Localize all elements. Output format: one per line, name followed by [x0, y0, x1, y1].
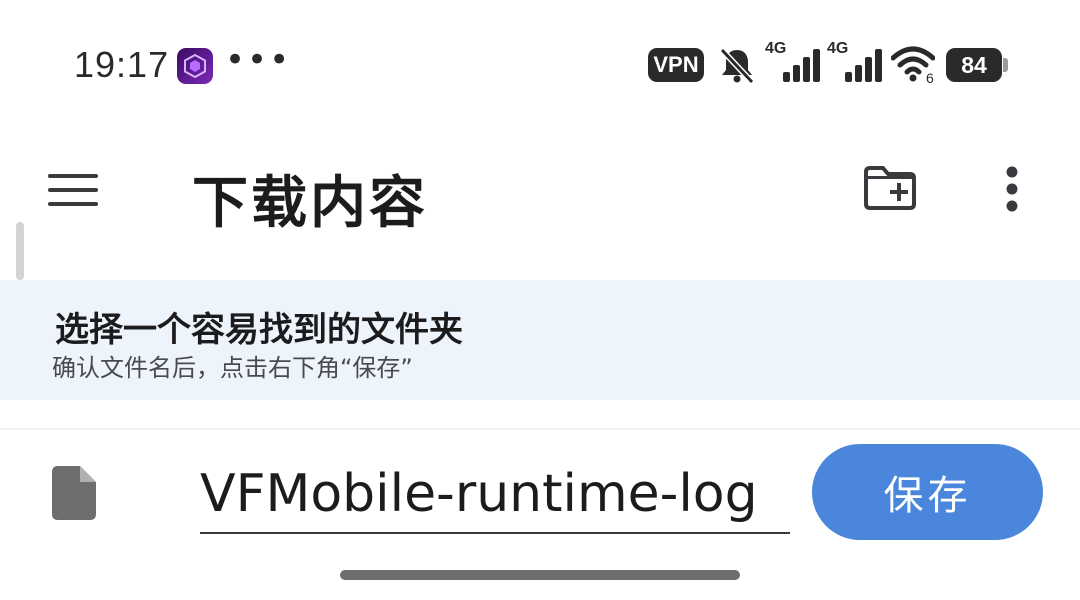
page-title: 下载内容 — [192, 171, 428, 236]
wifi-standard-label: 6 — [926, 70, 934, 86]
filename-input[interactable] — [200, 456, 790, 534]
hint-banner: 选择一个容易找到的文件夹 确认文件名后，点击右下角“保存” — [0, 280, 1080, 400]
battery-level: 84 — [946, 48, 1002, 82]
hamburger-menu-icon[interactable] — [48, 172, 100, 212]
scroll-indicator — [16, 222, 24, 280]
vpn-badge: VPN — [648, 48, 704, 82]
more-notifications-icon: ••• — [225, 40, 292, 80]
document-icon — [52, 466, 96, 524]
more-vert-icon[interactable] — [1000, 166, 1024, 218]
status-bar: 19:17 ••• VPN 4G 4G 6 84 — [0, 0, 1080, 130]
hint-title: 选择一个容易找到的文件夹 — [55, 310, 463, 350]
hexagon-app-icon — [177, 48, 213, 84]
divider — [0, 428, 1080, 430]
signal-bars-icon — [845, 49, 882, 82]
new-folder-icon[interactable] — [862, 164, 918, 216]
home-indicator[interactable] — [340, 570, 740, 580]
hint-subtitle: 确认文件名后，点击右下角“保存” — [52, 354, 413, 382]
status-time: 19:17 — [74, 44, 170, 85]
battery-tip — [1003, 58, 1008, 72]
save-button[interactable]: 保存 — [812, 444, 1043, 540]
save-file-screen: 19:17 ••• VPN 4G 4G 6 84 下载内容 选择一个容易找到的文… — [0, 0, 1080, 600]
bell-slash-icon — [716, 46, 758, 88]
signal-bars-icon — [783, 49, 820, 82]
